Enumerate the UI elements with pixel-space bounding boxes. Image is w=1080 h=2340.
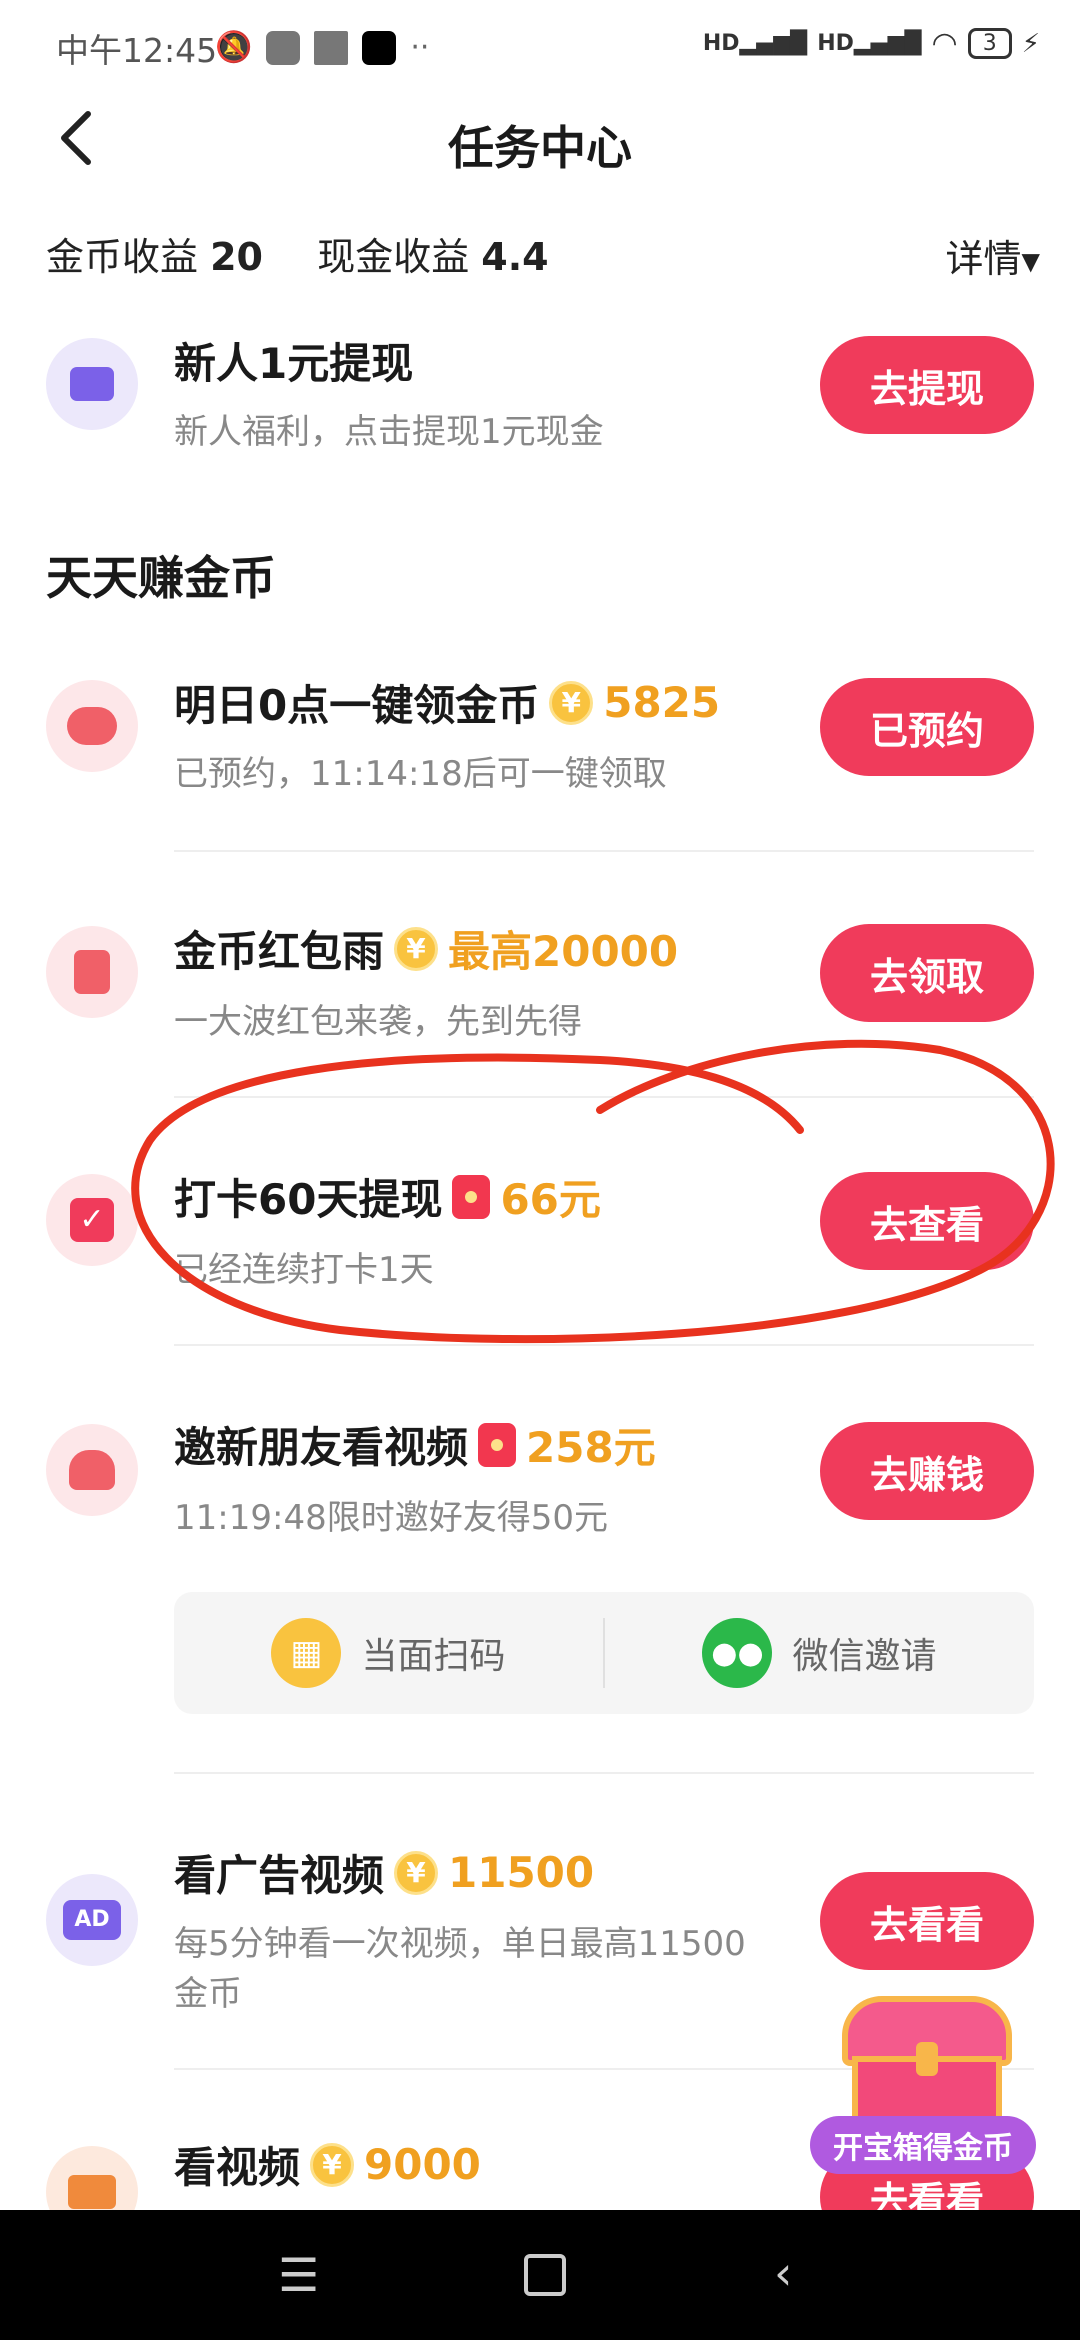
battery-icon: 3: [967, 28, 1012, 59]
cash-earnings-value: 4.4: [481, 235, 549, 279]
task-subtitle: 已预约，11:14:18后可一键领取: [174, 754, 667, 794]
newbie-title: 新人1元提现: [174, 339, 414, 388]
wechat-icon: ●●: [702, 1618, 773, 1688]
wifi-icon: ◠: [931, 26, 958, 61]
scan-label: 当面扫码: [361, 1636, 506, 1677]
task-reward: 9000: [364, 2140, 481, 2189]
coin-icon: ¥: [549, 680, 594, 725]
app-icon: [362, 30, 397, 65]
coin-icon: ¥: [310, 2142, 355, 2187]
wallet-icon: [46, 338, 138, 430]
menu-icon[interactable]: ☰: [278, 2248, 319, 2302]
task-title-text: 邀新朋友看视频: [174, 1423, 469, 1472]
cash-earnings-label: 现金收益: [317, 235, 470, 279]
wechat-label: 微信邀请: [792, 1636, 937, 1677]
reserved-button[interactable]: 已预约: [820, 678, 1034, 776]
system-nav-bar: ☰ ‹: [0, 2210, 1080, 2340]
task-title-text: 看视频: [174, 2143, 301, 2192]
task-title: 看广告视频 ¥ 11500: [174, 1842, 594, 1903]
coin-earnings-label: 金币收益: [46, 235, 199, 279]
status-time: 中午12:45: [56, 31, 218, 70]
detail-dropdown[interactable]: 详情▼: [946, 228, 1040, 283]
task-title-text: 明日0点一键领金币: [174, 681, 540, 730]
wechat-invite-option[interactable]: ●● 微信邀请: [605, 1618, 1034, 1688]
detail-label: 详情: [945, 237, 1022, 281]
section-title: 天天赚金币: [46, 551, 276, 605]
task-subtitle-line2: 金币: [174, 1974, 242, 2014]
home-icon[interactable]: [524, 2254, 566, 2296]
invite-friends-icon: [46, 1424, 138, 1516]
watch-ad-button[interactable]: 去看看: [820, 1872, 1034, 1970]
qr-code-icon: ▦: [271, 1618, 342, 1688]
coin-icon: ¥: [394, 926, 439, 971]
earn-money-button[interactable]: 去赚钱: [820, 1422, 1034, 1520]
piggy-bank-icon: [46, 680, 138, 772]
page-title: 任务中心: [448, 121, 632, 175]
mute-icon: 🔕: [215, 30, 253, 65]
claim-button[interactable]: 去领取: [820, 924, 1034, 1022]
app-icon: [266, 30, 301, 65]
task-subtitle: 11:19:48限时邀好友得50元: [174, 1498, 608, 1538]
task-title: 看视频 ¥ 9000: [174, 2134, 481, 2195]
divider: [174, 850, 1034, 852]
coin-earnings-value: 20: [210, 235, 263, 279]
red-circle-annotation: [131, 1039, 1055, 1344]
coin-icon: ¥: [394, 1850, 439, 1895]
signal-icon: HD▂▄▆█: [702, 31, 808, 56]
task-reward: 258元: [526, 1423, 656, 1472]
charging-icon: ⚡: [1021, 28, 1040, 59]
back-nav-icon[interactable]: ‹: [774, 2246, 792, 2300]
ad-icon-text: AD: [63, 1900, 121, 1940]
task-subtitle: 每5分钟看一次视频，单日最高11500: [174, 1924, 746, 1964]
task-title: 金币红包雨 ¥ 最高20000: [174, 918, 678, 979]
treasure-chest-label[interactable]: 开宝箱得金币: [810, 2116, 1036, 2174]
scan-qr-option[interactable]: ▦ 当面扫码: [174, 1618, 603, 1688]
red-envelope-icon: [478, 1422, 517, 1467]
invite-options: ▦ 当面扫码 ●● 微信邀请: [174, 1592, 1034, 1714]
task-title: 明日0点一键领金币 ¥ 5825: [174, 672, 720, 733]
red-envelope-icon: [46, 926, 138, 1018]
ad-icon: AD: [46, 1874, 138, 1966]
divider: [174, 1772, 1034, 1774]
task-title-text: 看广告视频: [174, 1851, 385, 1900]
withdraw-button[interactable]: 去提现: [820, 336, 1034, 434]
more-dots-icon: ··: [410, 30, 430, 65]
signal-icon: HD▂▄▆█: [817, 31, 922, 56]
newbie-subtitle: 新人福利，点击提现1元现金: [174, 412, 604, 452]
task-title: 邀新朋友看视频 258元: [174, 1414, 656, 1475]
task-reward: 11500: [448, 1848, 595, 1897]
task-title-text: 金币红包雨: [174, 927, 385, 976]
task-reward: 5825: [603, 678, 721, 727]
earnings-summary: 金币收益 20 现金收益 4.4: [46, 226, 549, 281]
task-reward: 最高20000: [448, 927, 679, 976]
app-icon: [314, 30, 349, 65]
status-right: HD▂▄▆█ HD▂▄▆█ ◠ 3 ⚡: [703, 26, 1040, 61]
triangle-down-icon: ▼: [1021, 247, 1040, 276]
status-bar: 中午12:45 🔕 ·· HD▂▄▆█ HD▂▄▆█ ◠ 3 ⚡: [0, 0, 1080, 96]
notification-icons: 🔕 ··: [215, 30, 429, 65]
